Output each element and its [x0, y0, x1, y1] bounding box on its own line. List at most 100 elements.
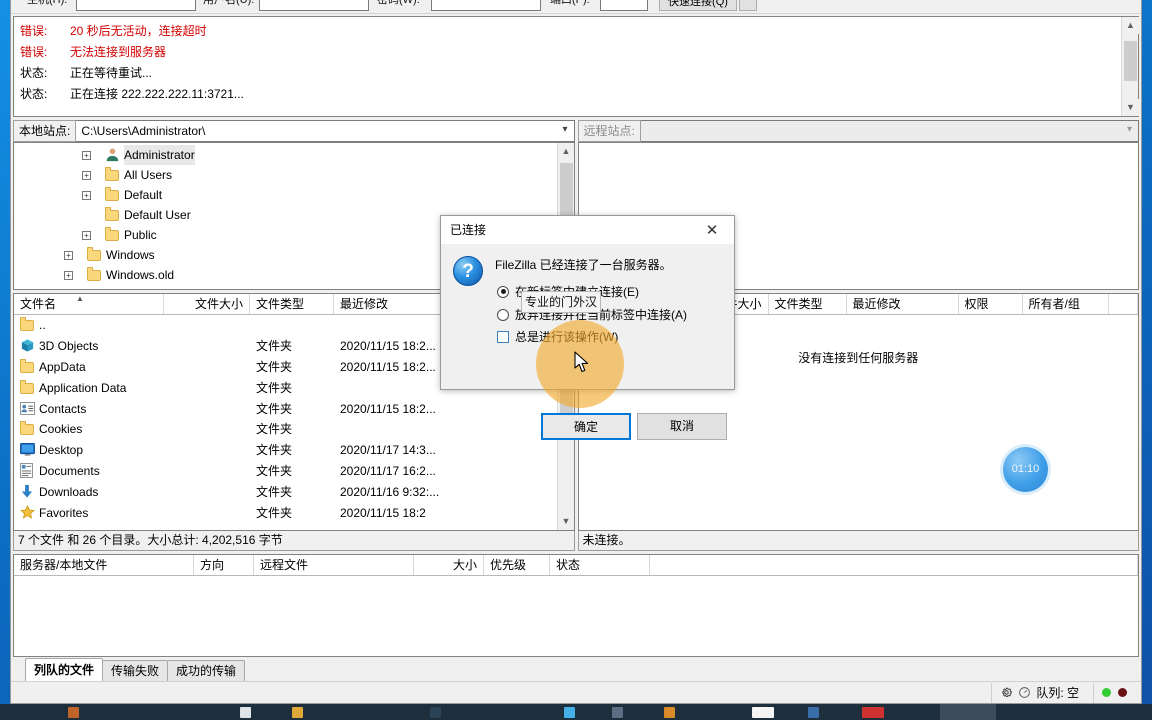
message-log-list[interactable]: 错误: 20 秒后无活动，连接超时 错误: 无法连接到服务器 状态: 正在等待重试... 状…: [14, 17, 1121, 116]
quickconnect-button[interactable]: 快速连接(Q): [659, 0, 737, 11]
local-status-line: 7 个文件 和 26 个目录。大小总计: 4,202,516 字节: [13, 531, 575, 551]
column-header[interactable]: 所有者/组: [1023, 294, 1109, 314]
folder-icon: [87, 267, 103, 283]
chevron-down-icon[interactable]: ▾: [1127, 124, 1132, 135]
dialog-title: 已连接: [450, 223, 487, 237]
host-input[interactable]: [76, 0, 196, 11]
cell-filetype: 文件夹: [256, 422, 293, 437]
desktop-icon: [20, 442, 36, 458]
taskbar-icon[interactable]: [292, 707, 303, 718]
documents-icon: [20, 463, 36, 479]
remote-site-bar: 远程站点: ▾: [577, 120, 1139, 142]
username-input[interactable]: [259, 0, 369, 11]
quickconnect-dropdown-button[interactable]: [739, 0, 757, 11]
table-row[interactable]: Documents 文件夹 2020/11/17 16:2...: [14, 461, 557, 482]
log-row-text: 正在连接 222.222.222.11:3721...: [70, 87, 244, 101]
expand-icon[interactable]: +: [64, 270, 73, 280]
tree-node[interactable]: + All Users: [14, 165, 557, 185]
log-row-kind: 错误:: [20, 24, 48, 38]
close-icon[interactable]: ✕: [690, 216, 734, 244]
cell-modified: 2020/11/17 14:3...: [340, 443, 436, 458]
taskbar-icon-active[interactable]: [940, 704, 996, 720]
cancel-button[interactable]: 取消: [637, 413, 727, 440]
queue-header[interactable]: 服务器/本地文件 方向 远程文件 大小 优先级 状态: [14, 555, 1138, 576]
table-row[interactable]: Favorites 文件夹 2020/11/15 18:2: [14, 502, 557, 523]
transfer-queue-panel[interactable]: 服务器/本地文件 方向 远程文件 大小 优先级 状态: [13, 554, 1139, 657]
column-header[interactable]: 文件大小: [164, 294, 250, 314]
remote-path-combobox[interactable]: ▾: [640, 120, 1139, 142]
dialog-message: FileZilla 已经连接了一台服务器。: [495, 258, 672, 272]
taskbar-icon[interactable]: [752, 707, 774, 718]
remote-site-label: 远程站点:: [577, 120, 641, 142]
port-input[interactable]: [600, 0, 648, 11]
expand-icon[interactable]: +: [82, 170, 91, 180]
column-header[interactable]: 优先级: [484, 555, 550, 575]
scrollbar-thumb[interactable]: [1124, 41, 1137, 81]
cell-filetype: 文件夹: [256, 443, 293, 458]
ok-button[interactable]: 确定: [541, 413, 631, 440]
windows-taskbar[interactable]: [0, 704, 1152, 720]
taskbar-icon[interactable]: [862, 707, 884, 718]
log-vertical-scrollbar[interactable]: ▲ ▼: [1121, 17, 1139, 116]
table-row[interactable]: Cookies 文件夹: [14, 419, 557, 440]
column-header[interactable]: 方向: [194, 555, 254, 575]
filename-text: Favorites: [39, 505, 89, 520]
queue-status-text: 队列: 空: [1036, 686, 1079, 700]
taskbar-icon[interactable]: [612, 707, 623, 718]
username-label: 用户名(U):: [203, 0, 255, 6]
scroll-up-icon[interactable]: ▲: [1122, 17, 1139, 34]
tree-node[interactable]: + Administrator: [14, 145, 557, 165]
column-header[interactable]: 文件名 ▲: [14, 294, 164, 314]
queue-tab[interactable]: 传输失败: [102, 660, 169, 681]
taskbar-icon[interactable]: [68, 707, 79, 718]
expand-icon[interactable]: +: [82, 190, 91, 200]
speed-icon[interactable]: [1018, 686, 1031, 699]
column-header[interactable]: 文件类型: [250, 294, 334, 314]
led-green-icon: [1102, 688, 1111, 697]
password-input[interactable]: [431, 0, 541, 11]
tree-node-label: Default User: [124, 208, 191, 222]
checkbox-icon[interactable]: [497, 330, 509, 343]
column-header[interactable]: 状态: [550, 555, 650, 575]
log-row-kind: 错误:: [20, 45, 48, 59]
gear-icon[interactable]: [1000, 686, 1013, 699]
column-header[interactable]: 服务器/本地文件: [14, 555, 194, 575]
chevron-down-icon[interactable]: ▾: [562, 124, 567, 135]
column-header[interactable]: 权限: [959, 294, 1023, 314]
scroll-down-icon[interactable]: ▼: [1122, 99, 1139, 116]
local-path-combobox[interactable]: C:\Users\Administrator\ ▾: [76, 120, 575, 142]
queue-tab[interactable]: 成功的传输: [167, 660, 246, 681]
column-header[interactable]: 大小: [414, 555, 484, 575]
scroll-up-icon[interactable]: ▲: [557, 143, 574, 160]
table-row[interactable]: Desktop 文件夹 2020/11/17 14:3...: [14, 440, 557, 461]
user-icon: [105, 147, 121, 163]
folder-icon: [87, 247, 103, 263]
column-header[interactable]: 最近修改: [847, 294, 959, 314]
cell-filename: Application Data: [14, 378, 164, 398]
cell-filename: Contacts: [14, 399, 164, 419]
column-header[interactable]: 远程文件: [254, 555, 414, 575]
taskbar-icon[interactable]: [664, 707, 675, 718]
log-row-text: 20 秒后无活动，连接超时: [70, 24, 207, 38]
taskbar-icon[interactable]: [240, 707, 251, 718]
table-row[interactable]: Contacts 文件夹 2020/11/15 18:2...: [14, 398, 557, 419]
table-row[interactable]: Downloads 文件夹 2020/11/16 9:32:...: [14, 481, 557, 502]
tree-node[interactable]: + Default: [14, 185, 557, 205]
scroll-down-icon[interactable]: ▼: [557, 513, 574, 530]
taskbar-icon[interactable]: [564, 707, 575, 718]
scrollbar-thumb[interactable]: [559, 163, 573, 221]
cell-filename: 3D Objects: [14, 336, 164, 356]
column-header[interactable]: 文件类型: [769, 294, 847, 314]
radio-new-tab-icon[interactable]: [497, 285, 509, 298]
column-header-filler: [1109, 294, 1138, 314]
expand-icon[interactable]: +: [82, 150, 91, 160]
taskbar-icon[interactable]: [430, 707, 441, 718]
queue-tab[interactable]: 列队的文件: [25, 658, 104, 681]
cell-filetype: 文件夹: [256, 484, 293, 499]
taskbar-icon[interactable]: [808, 707, 819, 718]
radio-current-tab-icon[interactable]: [497, 308, 509, 321]
expand-icon[interactable]: +: [64, 250, 73, 260]
dialog-always-checkbox[interactable]: 总是进行该操作(W): [497, 328, 618, 345]
quickconnect-bar: 主机(H): 用户名(U): 密码(W): 端口(P): 快速连接(Q): [11, 0, 1141, 14]
expand-icon[interactable]: +: [82, 230, 91, 240]
